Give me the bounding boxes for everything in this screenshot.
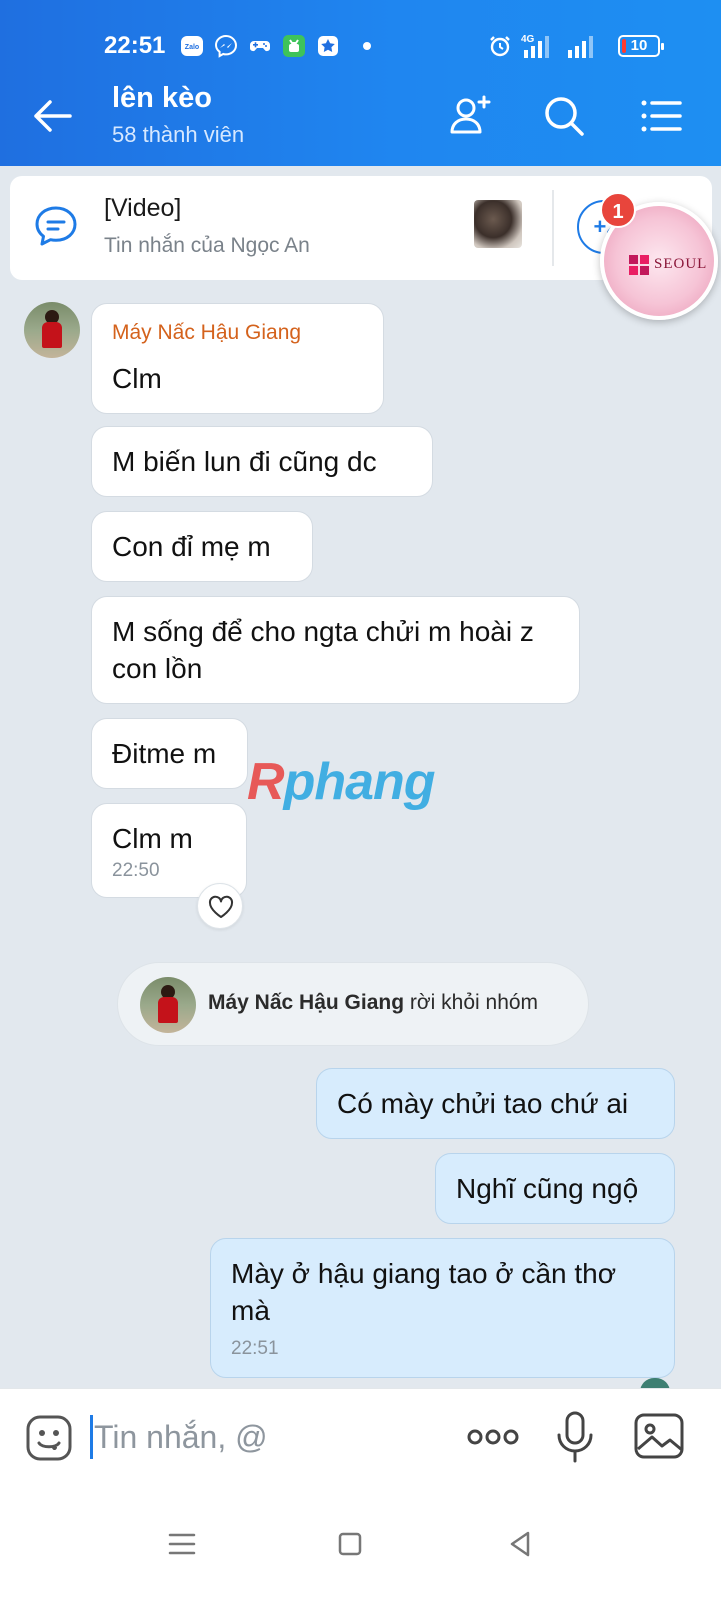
recent-apps-icon[interactable] bbox=[162, 1524, 202, 1564]
message-text: Clm bbox=[112, 363, 162, 394]
message-bubble[interactable]: M biến lun đi cũng dc bbox=[91, 426, 433, 497]
microphone-icon[interactable] bbox=[548, 1409, 602, 1465]
flower-logo-icon bbox=[629, 255, 649, 275]
notice-text: Máy Nấc Hậu Giang rời khỏi nhóm bbox=[208, 991, 538, 1015]
message-text: Đitme m bbox=[112, 738, 217, 769]
zalo-icon: Zalo bbox=[181, 36, 203, 56]
system-nav-bar bbox=[0, 1490, 721, 1600]
message-text: Có mày chửi tao chứ ai bbox=[337, 1088, 629, 1119]
nav-back-icon[interactable] bbox=[500, 1524, 540, 1564]
pinned-title: [Video] bbox=[104, 194, 182, 222]
message-input-bar bbox=[0, 1388, 721, 1490]
message-text: M sống để cho ngta chửi m hoài z con lồn bbox=[112, 616, 534, 684]
message-bubble[interactable]: M sống để cho ngta chửi m hoài z con lồn bbox=[91, 596, 580, 704]
sender-name[interactable]: Máy Nấc Hậu Giang bbox=[112, 320, 363, 346]
svg-text:4G: 4G bbox=[521, 34, 535, 45]
svg-text:Zalo: Zalo bbox=[185, 44, 199, 51]
chat-bubble-icon bbox=[35, 206, 77, 246]
sender-avatar[interactable] bbox=[24, 302, 80, 358]
gamepad-icon bbox=[249, 41, 271, 52]
message-text: M biến lun đi cũng dc bbox=[112, 446, 377, 477]
status-time: 22:51 bbox=[104, 32, 166, 59]
alarm-icon bbox=[490, 36, 510, 57]
home-icon[interactable] bbox=[330, 1524, 370, 1564]
notification-dot bbox=[363, 42, 371, 50]
message-text: Mày ở hậu giang tao ở cần thơ mà bbox=[231, 1258, 617, 1326]
more-dots-icon[interactable] bbox=[466, 1409, 520, 1465]
signal-4g-icon: 4G bbox=[521, 34, 549, 58]
notice-name[interactable]: Máy Nấc Hậu Giang bbox=[208, 991, 404, 1014]
notice-avatar[interactable] bbox=[140, 977, 196, 1033]
image-icon[interactable] bbox=[632, 1409, 686, 1465]
battery-indicator: 10 bbox=[618, 35, 664, 57]
pinned-subtitle: Tin nhắn của Ngọc An bbox=[104, 234, 310, 257]
notification-badge: 1 bbox=[600, 192, 636, 228]
react-button[interactable] bbox=[197, 883, 243, 929]
back-arrow-icon[interactable] bbox=[30, 94, 74, 138]
chat-header: lên kèo 58 thành viên bbox=[0, 70, 721, 166]
message-text: Con đỉ mẹ m bbox=[112, 531, 271, 562]
signal-icon bbox=[568, 36, 593, 58]
top-bar: 22:51 Zalo 4G 10 lên kèo 58 thành viên bbox=[0, 0, 721, 166]
watermark: Rphang bbox=[247, 753, 436, 811]
add-member-icon[interactable] bbox=[446, 92, 494, 140]
message-text: Clm m bbox=[112, 823, 193, 854]
message-input[interactable] bbox=[94, 1417, 424, 1457]
menu-list-icon[interactable] bbox=[636, 92, 684, 140]
heart-icon bbox=[208, 895, 234, 918]
divider bbox=[552, 190, 554, 266]
app-store-icon bbox=[283, 35, 305, 57]
my-message-bubble[interactable]: Nghĩ cũng ngộ bbox=[435, 1153, 675, 1224]
message-text: Nghĩ cũng ngộ bbox=[456, 1173, 639, 1204]
search-icon[interactable] bbox=[540, 92, 588, 140]
system-notice: Máy Nấc Hậu Giang rời khỏi nhóm bbox=[117, 962, 589, 1046]
message-time: 22:50 bbox=[112, 860, 160, 881]
star-app-icon bbox=[318, 36, 338, 56]
my-message-bubble[interactable]: Có mày chửi tao chứ ai bbox=[316, 1068, 675, 1139]
message-bubble[interactable]: Máy Nấc Hậu Giang Clm bbox=[91, 303, 384, 414]
member-count[interactable]: 58 thành viên bbox=[112, 122, 244, 148]
my-message-bubble[interactable]: Mày ở hậu giang tao ở cần thơ mà 22:51 bbox=[210, 1238, 675, 1378]
message-bubble[interactable]: Đitme m bbox=[91, 718, 248, 789]
message-bubble[interactable]: Con đỉ mẹ m bbox=[91, 511, 313, 582]
message-time: 22:51 bbox=[231, 1338, 279, 1359]
text-caret bbox=[90, 1415, 93, 1459]
group-title[interactable]: lên kèo bbox=[112, 82, 212, 115]
notice-action: rời khỏi nhóm bbox=[404, 991, 539, 1014]
video-thumbnail[interactable] bbox=[474, 200, 522, 248]
status-bar: 22:51 Zalo 4G 10 bbox=[0, 28, 721, 64]
ad-brand: SEOUL bbox=[654, 256, 708, 272]
messenger-icon bbox=[214, 34, 238, 58]
emoji-icon[interactable] bbox=[24, 1413, 74, 1463]
